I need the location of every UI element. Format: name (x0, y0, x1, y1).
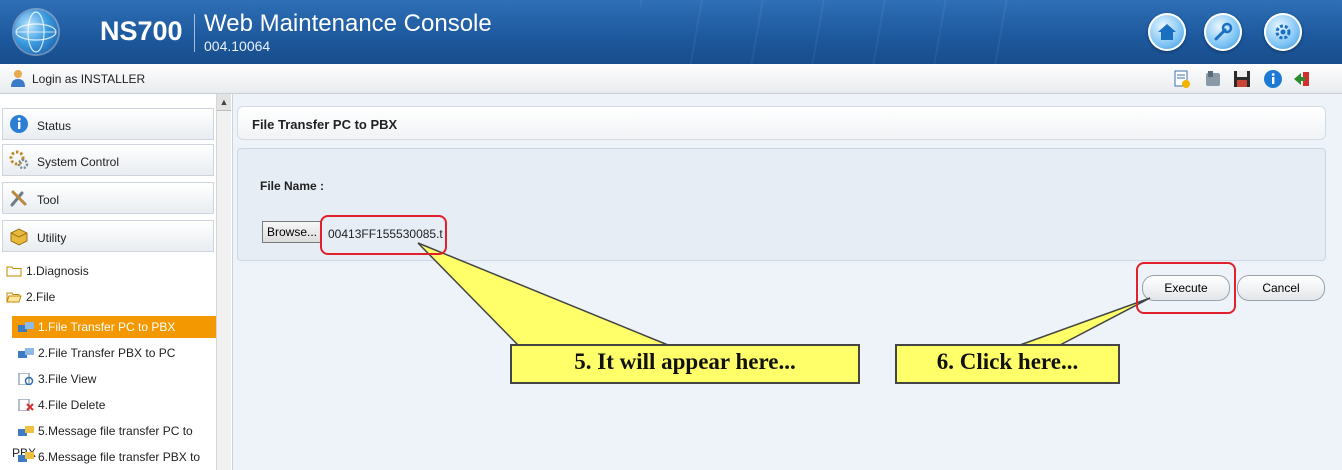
status-icon (10, 115, 28, 133)
file-transfer-icon (18, 322, 34, 332)
user-bar: Login as INSTALLER (0, 64, 1342, 94)
tool-icon (10, 190, 27, 207)
sidebar: ▲ Status System Control Tool Utility 1.D… (0, 94, 233, 470)
page-title: File Transfer PC to PBX (252, 117, 398, 132)
phone-icon[interactable] (1203, 69, 1223, 89)
cancel-button[interactable]: Cancel (1237, 275, 1325, 301)
settings-icon (1275, 24, 1291, 40)
product-name: NS700 (100, 16, 183, 46)
tree-item-file[interactable]: 2.File (6, 287, 55, 307)
file-value-highlight (320, 215, 447, 255)
sidebar-item-file-delete[interactable]: 4.File Delete (12, 394, 216, 416)
message-transfer-icon (18, 426, 34, 436)
callout-6-pointer (1019, 297, 1151, 346)
tree-item-diagnosis[interactable]: 1.Diagnosis (6, 261, 89, 281)
sidebar-section-tool[interactable]: Tool (2, 182, 214, 214)
execute-highlight (1136, 262, 1236, 314)
globe-logo-icon (14, 10, 58, 54)
page-title-bar: File Transfer PC to PBX (237, 106, 1326, 140)
sidebar-item-message-transfer-pbx-to-pc[interactable]: 6.Message file transfer PBX to PC (12, 446, 216, 468)
home-icon (1158, 24, 1176, 40)
info-icon[interactable] (1263, 69, 1283, 89)
sidebar-item-file-transfer-pc-to-pbx[interactable]: 1.File Transfer PC to PBX (12, 316, 216, 338)
callout-6: 6. Click here... (895, 344, 1120, 384)
folder-icon (6, 266, 22, 277)
tool-button[interactable] (1204, 13, 1242, 51)
sidebar-section-utility[interactable]: Utility (2, 220, 214, 252)
sidebar-item-message-transfer-pc-to-pbx[interactable]: 5.Message file transfer PC to PBX (12, 420, 216, 460)
header-divider (194, 14, 195, 52)
utility-icon (10, 228, 28, 246)
sidebar-item-file-transfer-pbx-to-pc[interactable]: 2.File Transfer PBX to PC (12, 342, 216, 364)
sidebar-section-label: Status (37, 119, 72, 133)
sidebar-section-system-control[interactable]: System Control (2, 144, 214, 176)
home-button[interactable] (1148, 13, 1186, 51)
file-transfer-icon (18, 348, 34, 358)
logout-icon[interactable] (1292, 69, 1312, 89)
app-title: Web Maintenance Console (204, 10, 492, 37)
sidebar-item-file-view[interactable]: 3.File View (12, 368, 216, 390)
file-name-label: File Name : (260, 179, 325, 193)
file-view-icon (18, 373, 34, 385)
sidebar-section-label: System Control (37, 155, 120, 169)
file-delete-icon (18, 399, 34, 411)
header-decoration (640, 0, 1020, 64)
message-transfer-icon (18, 452, 34, 462)
sidebar-scrollbar[interactable]: ▲ (216, 94, 231, 470)
login-status: Login as INSTALLER (32, 72, 146, 86)
sidebar-section-label: Utility (37, 231, 67, 245)
settings-button[interactable] (1264, 13, 1302, 51)
callout-5: 5. It will appear here... (510, 344, 860, 384)
user-icon (11, 70, 25, 87)
scroll-up-icon[interactable]: ▲ (217, 94, 231, 111)
browse-button[interactable]: Browse... (262, 221, 322, 243)
app-header: NS700 Web Maintenance Console 004.10064 (0, 0, 1342, 64)
system-control-icon (9, 150, 29, 170)
sidebar-section-status[interactable]: Status (2, 108, 214, 140)
folder-open-icon (6, 292, 22, 303)
sidebar-section-label: Tool (37, 193, 60, 207)
version-label: 004.10064 (204, 38, 271, 54)
wrench-icon (1214, 22, 1233, 41)
save-icon[interactable] (1232, 69, 1252, 89)
report-icon[interactable] (1172, 69, 1192, 89)
